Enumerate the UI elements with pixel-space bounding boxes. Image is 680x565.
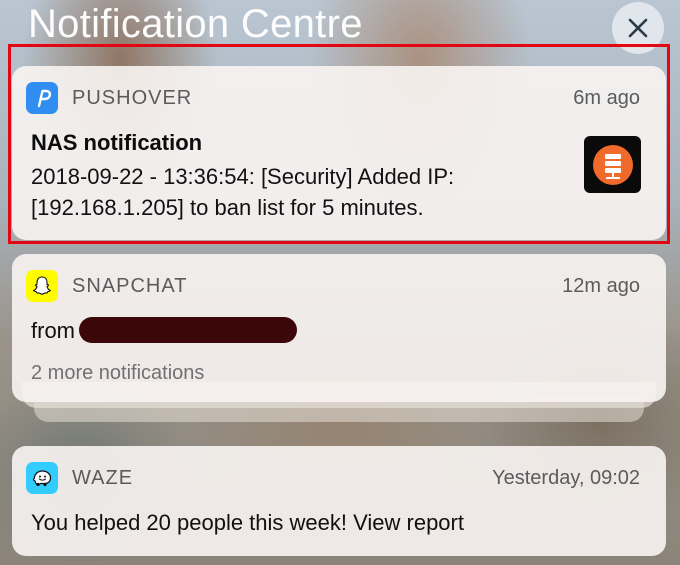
- app-name: WAZE: [72, 466, 134, 489]
- notification-body-prefix: from: [31, 318, 75, 343]
- notification-card-snapchat[interactable]: SNAPCHAT 12m ago from 2 more notificatio…: [12, 254, 666, 402]
- notification-body-line: from: [31, 317, 297, 345]
- more-notifications-link[interactable]: 2 more notifications: [31, 362, 204, 385]
- notification-thumbnail: [584, 136, 641, 193]
- close-button[interactable]: [612, 2, 664, 54]
- app-name: SNAPCHAT: [72, 274, 188, 297]
- notification-time: 12m ago: [562, 274, 640, 297]
- redacted-name: [79, 317, 297, 344]
- waze-icon: [26, 462, 58, 494]
- notification-time: 6m ago: [573, 86, 640, 109]
- notification-title: NAS notification: [31, 130, 203, 155]
- notification-card-waze[interactable]: WAZE Yesterday, 09:02 You helped 20 peop…: [12, 446, 666, 556]
- notification-body-line: [192.168.1.205] to ban list for 5 minute…: [31, 195, 424, 220]
- close-icon: [628, 18, 648, 38]
- app-name: PUSHOVER: [72, 86, 193, 109]
- server-icon: [592, 144, 633, 185]
- notification-card-pushover[interactable]: PUSHOVER 6m ago NAS notification 2018-09…: [12, 66, 666, 240]
- snapchat-ghost-icon: [26, 270, 58, 302]
- notification-body-line: 2018-09-22 - 13:36:54: [Security] Added …: [31, 164, 455, 189]
- notification-time: Yesterday, 09:02: [492, 466, 640, 489]
- pushover-icon: [26, 82, 58, 114]
- notification-body-line: You helped 20 people this week! View rep…: [31, 510, 464, 535]
- page-title: Notification Centre: [28, 2, 363, 46]
